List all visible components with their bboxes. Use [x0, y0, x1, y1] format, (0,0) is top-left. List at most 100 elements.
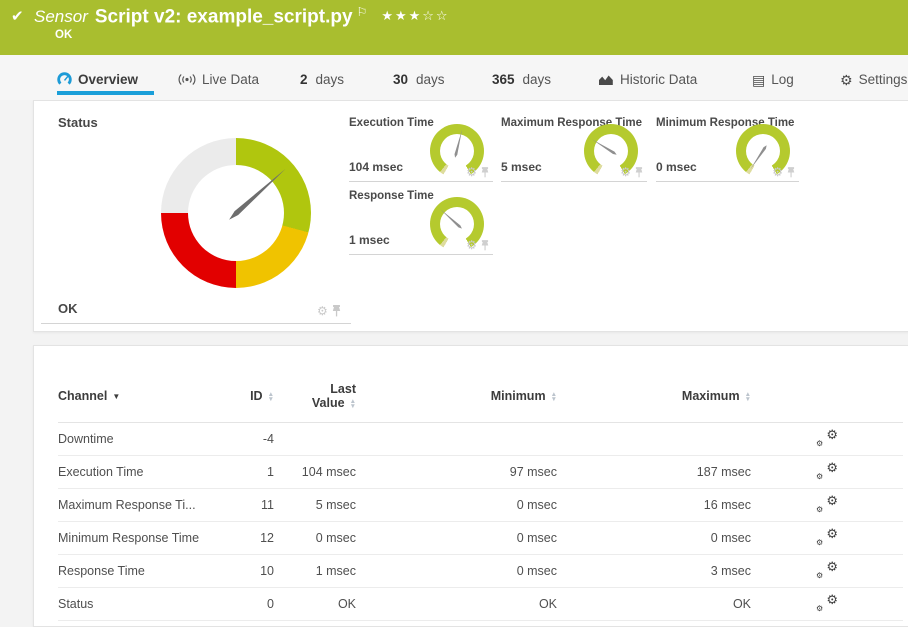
channel-name: Execution Time: [58, 456, 228, 489]
pin-icon[interactable]: [787, 167, 795, 178]
channel-id: -4: [228, 423, 274, 456]
tab-30-days[interactable]: 30 days: [393, 72, 445, 87]
stars-filled: ★★★: [381, 8, 422, 23]
pin-icon[interactable]: [481, 240, 489, 251]
channel-maximum: 187 msec: [557, 456, 751, 489]
widget-actions: ⚙: [466, 166, 489, 178]
tab-label: Historic Data: [620, 72, 697, 87]
tab-label: days: [316, 72, 345, 87]
channel-id: 1: [228, 456, 274, 489]
channel-settings-icon[interactable]: ⚙⚙: [816, 528, 838, 546]
channel-settings-icon[interactable]: ⚙⚙: [816, 594, 838, 612]
channel-id: 11: [228, 489, 274, 522]
column-label: Last: [330, 382, 356, 396]
channel-id: 10: [228, 555, 274, 588]
gear-icon[interactable]: ⚙: [466, 239, 477, 251]
channel-maximum: 3 msec: [557, 555, 751, 588]
tab-label: Overview: [78, 72, 138, 87]
column-label: Maximum: [682, 389, 740, 403]
gear-icon: ⚙: [840, 73, 853, 87]
stars-empty: ☆☆: [422, 8, 449, 23]
channel-name: Status: [58, 588, 228, 621]
log-list-icon: ▤: [752, 73, 765, 87]
status-gauge-needle: [226, 166, 287, 222]
gear-icon[interactable]: ⚙: [317, 305, 328, 317]
channel-table: Channel▼ ID ▲▼ LastValue ▲▼ Minimum ▲▼ Maxi…: [58, 376, 903, 621]
table-row: Execution Time 1 104 msec 97 msec 187 ms…: [58, 456, 903, 489]
column-header-last-value[interactable]: LastValue ▲▼: [274, 376, 356, 423]
tab-value: 30: [393, 72, 408, 87]
pin-icon[interactable]: [635, 167, 643, 178]
mini-gauge-title: Response Time: [349, 190, 434, 202]
tab-overview[interactable]: Overview: [57, 72, 138, 87]
tab-log[interactable]: ▤ Log: [752, 72, 794, 87]
channel-settings-icon[interactable]: ⚙⚙: [816, 429, 838, 447]
gear-icon[interactable]: ⚙: [466, 166, 477, 178]
mini-gauge-execution-time: Execution Time 104 msec ⚙: [349, 114, 493, 182]
mini-gauge-value: 5 msec: [501, 160, 542, 174]
sort-icon: ▲▼: [350, 399, 356, 409]
tab-bar: Overview Live Data 2 days 30 days 365 da…: [0, 55, 908, 100]
channel-id: 12: [228, 522, 274, 555]
column-header-id[interactable]: ID ▲▼: [228, 376, 274, 423]
table-row: Downtime -4 ⚙⚙: [58, 423, 903, 456]
gauge-needle: [591, 138, 617, 156]
table-row: Status 0 OK OK OK ⚙⚙: [58, 588, 903, 621]
sort-icon: ▲▼: [268, 392, 274, 402]
tab-label: days: [416, 72, 445, 87]
gauge-needle: [454, 129, 464, 158]
mini-gauge-title: Execution Time: [349, 117, 434, 129]
tab-label: days: [523, 72, 552, 87]
tab-value: 2: [300, 72, 308, 87]
status-widget-actions: ⚙: [317, 305, 341, 317]
tab-live-data[interactable]: Live Data: [178, 72, 259, 87]
column-label: ID: [250, 389, 263, 403]
channel-maximum: 0 msec: [557, 522, 751, 555]
tab-label: Live Data: [202, 72, 259, 87]
channel-settings-icon[interactable]: ⚙⚙: [816, 495, 838, 513]
channel-name: Downtime: [58, 423, 228, 456]
tab-settings[interactable]: ⚙ Settings: [840, 72, 907, 87]
status-gauge: [161, 138, 311, 288]
gear-icon[interactable]: ⚙: [620, 166, 631, 178]
channel-name: Minimum Response Time: [58, 522, 228, 555]
column-header-maximum[interactable]: Maximum▲▼: [557, 376, 751, 423]
mini-gauge-response-time: Response Time 1 msec ⚙: [349, 187, 493, 255]
widget-actions: ⚙: [772, 166, 795, 178]
pin-icon[interactable]: [332, 305, 341, 317]
column-label: Minimum: [491, 389, 546, 403]
status-check-icon: ✔: [11, 7, 24, 25]
channel-settings-icon[interactable]: ⚙⚙: [816, 462, 838, 480]
channel-last-value: 5 msec: [274, 489, 356, 522]
live-signal-icon: [178, 73, 196, 86]
sort-icon: ▲▼: [551, 392, 557, 402]
tab-365-days[interactable]: 365 days: [492, 72, 551, 87]
object-kind-label: Sensor: [34, 7, 88, 26]
tab-2-days[interactable]: 2 days: [300, 72, 344, 87]
channel-minimum: [356, 423, 557, 456]
area-chart-icon: [598, 73, 614, 86]
channel-settings-icon[interactable]: ⚙⚙: [816, 561, 838, 579]
flag-icon[interactable]: ⚐: [357, 5, 368, 19]
sensor-status-text: OK: [55, 29, 72, 41]
gear-icon[interactable]: ⚙: [772, 166, 783, 178]
pin-icon[interactable]: [481, 167, 489, 178]
mini-gauge-maximum-response-time: Maximum Response Time 5 msec ⚙: [501, 114, 647, 182]
column-header-channel[interactable]: Channel▼: [58, 376, 228, 423]
status-gauge-value: OK: [58, 301, 78, 316]
mini-gauge-value: 1 msec: [349, 233, 390, 247]
channel-last-value: 104 msec: [274, 456, 356, 489]
column-label: Value: [312, 396, 345, 410]
mini-gauge-value: 104 msec: [349, 160, 403, 174]
channel-name: Maximum Response Ti...: [58, 489, 228, 522]
sensor-header: ✔ SensorScript v2: example_script.py⚐★★★…: [0, 0, 908, 55]
mini-gauge-value: 0 msec: [656, 160, 697, 174]
gauge-needle: [749, 144, 768, 170]
priority-stars[interactable]: ★★★☆☆: [381, 8, 449, 23]
status-gauge-title: Status: [58, 115, 98, 130]
tab-historic-data[interactable]: Historic Data: [598, 72, 697, 87]
column-header-minimum[interactable]: Minimum ▲▼: [356, 376, 557, 423]
table-row: Minimum Response Time 12 0 msec 0 msec 0…: [58, 522, 903, 555]
channel-table-panel: Channel▼ ID ▲▼ LastValue ▲▼ Minimum ▲▼ Maxi…: [33, 345, 908, 627]
channel-maximum: 16 msec: [557, 489, 751, 522]
